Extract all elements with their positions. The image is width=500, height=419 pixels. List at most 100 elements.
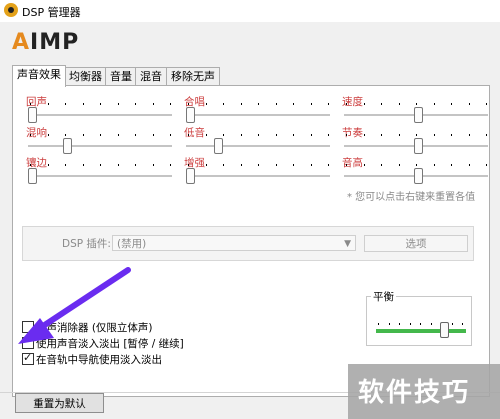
slider-tick: [346, 164, 347, 166]
slider-tick: [188, 103, 189, 105]
slider-tick: [48, 103, 49, 105]
slider-track[interactable]: [28, 145, 172, 147]
slider-flanger: 镶边: [26, 155, 176, 185]
balance-tick: [420, 323, 421, 325]
slider-bass-thumb[interactable]: [214, 138, 223, 154]
balance-thumb[interactable]: [440, 322, 449, 338]
slider-tick: [434, 134, 435, 136]
slider-tick: [451, 164, 452, 166]
slider-speed-thumb[interactable]: [414, 107, 423, 123]
slider-tick: [293, 134, 294, 136]
logo-accent-letter: A: [12, 30, 31, 55]
slider-tick: [153, 103, 154, 105]
slider-tick: [346, 134, 347, 136]
slider-tick: [276, 134, 277, 136]
slider-flanger-thumb[interactable]: [28, 168, 37, 184]
slider-chorus-thumb[interactable]: [186, 107, 195, 123]
slider-tick: [293, 164, 294, 166]
slider-tick: [223, 134, 224, 136]
slider-tick: [258, 164, 259, 166]
checkbox-box[interactable]: [22, 321, 34, 333]
slider-tick: [100, 103, 101, 105]
slider-track[interactable]: [28, 114, 172, 116]
slider-tick: [364, 164, 365, 166]
balance-tick: [410, 323, 411, 325]
slider-tick: [328, 164, 329, 166]
slider-tick: [486, 134, 487, 136]
slider-track[interactable]: [186, 114, 330, 116]
slider-track[interactable]: [186, 175, 330, 177]
slider-tick: [346, 103, 347, 105]
slider-enhance-thumb[interactable]: [186, 168, 195, 184]
slider-tick: [364, 103, 365, 105]
balance-tick: [378, 323, 379, 325]
slider-tick: [135, 134, 136, 136]
balance-track[interactable]: [376, 329, 466, 333]
slider-tick: [381, 103, 382, 105]
slider-tick: [486, 164, 487, 166]
slider-echo: 回声: [26, 94, 176, 124]
tab-remove-silence[interactable]: 移除无声: [166, 67, 220, 86]
slider-tick: [381, 134, 382, 136]
tab-mixer[interactable]: 混音: [135, 67, 167, 86]
slider-ticks: [346, 134, 487, 137]
slider-tick: [135, 164, 136, 166]
slider-tick: [486, 103, 487, 105]
logo-text: IMP: [30, 30, 80, 55]
slider-tick: [311, 103, 312, 105]
slider-ticks: [188, 164, 329, 167]
checkbox-fade-pause-label: 使用声音淡入淡出 [暂停 / 继续]: [36, 338, 184, 350]
slider-echo-thumb[interactable]: [28, 107, 37, 123]
dsp-options-button[interactable]: 选项: [364, 235, 468, 252]
slider-tick: [30, 103, 31, 105]
checkbox-box[interactable]: [22, 351, 34, 365]
checkbox-box[interactable]: [22, 337, 34, 349]
slider-tick: [118, 164, 119, 166]
reset-hint-text: * 您可以点击右键来重置各值: [347, 192, 476, 203]
slider-tick: [381, 164, 382, 166]
slider-enhance: 增强: [184, 155, 334, 185]
slider-tick: [364, 134, 365, 136]
slider-tick: [65, 164, 66, 166]
slider-reverb: 混响: [26, 125, 176, 155]
slider-ticks: [30, 134, 171, 137]
slider-tick: [30, 164, 31, 166]
slider-reverb-label: 混响: [26, 127, 47, 139]
balance-tick: [399, 323, 400, 325]
slider-pitch-thumb[interactable]: [414, 168, 423, 184]
slider-tick: [153, 164, 154, 166]
slider-track[interactable]: [186, 145, 330, 147]
dsp-plugin-select[interactable]: (禁用) ▼: [112, 235, 356, 251]
slider-tick: [83, 134, 84, 136]
slider-tick: [48, 134, 49, 136]
slider-tick: [188, 164, 189, 166]
reset-to-default-button[interactable]: 重置为默认: [15, 393, 104, 413]
slider-tick: [48, 164, 49, 166]
balance-label: 平衡: [371, 289, 396, 304]
slider-ticks: [346, 103, 487, 106]
slider-chorus: 合唱: [184, 94, 334, 124]
slider-tick: [188, 134, 189, 136]
slider-tick: [276, 103, 277, 105]
aimp-logo: AIMP: [12, 30, 79, 55]
checkbox-vocal-remover-label: 人声消除器 (仅限立体声): [36, 322, 153, 334]
slider-track[interactable]: [28, 175, 172, 177]
slider-tick: [100, 134, 101, 136]
slider-reverb-thumb[interactable]: [63, 138, 72, 154]
slider-tempo-thumb[interactable]: [414, 138, 423, 154]
tab-volume[interactable]: 音量: [105, 67, 137, 86]
window-title: DSP 管理器: [22, 6, 81, 19]
checkbox-fade-navigation-label: 在音轨中导航使用淡入淡出: [36, 354, 162, 366]
balance-tick: [431, 323, 432, 325]
tab-sound-effects[interactable]: 声音效果: [12, 65, 66, 87]
slider-ticks: [30, 164, 171, 167]
slider-ticks: [188, 103, 329, 106]
slider-tick: [434, 164, 435, 166]
tab-equalizer[interactable]: 均衡器: [64, 67, 107, 86]
title-bar: DSP 管理器: [0, 0, 500, 22]
slider-bass-label: 低音: [184, 127, 205, 139]
slider-tick: [118, 103, 119, 105]
balance-tick: [462, 323, 463, 325]
slider-tick: [170, 103, 171, 105]
slider-tick: [241, 164, 242, 166]
